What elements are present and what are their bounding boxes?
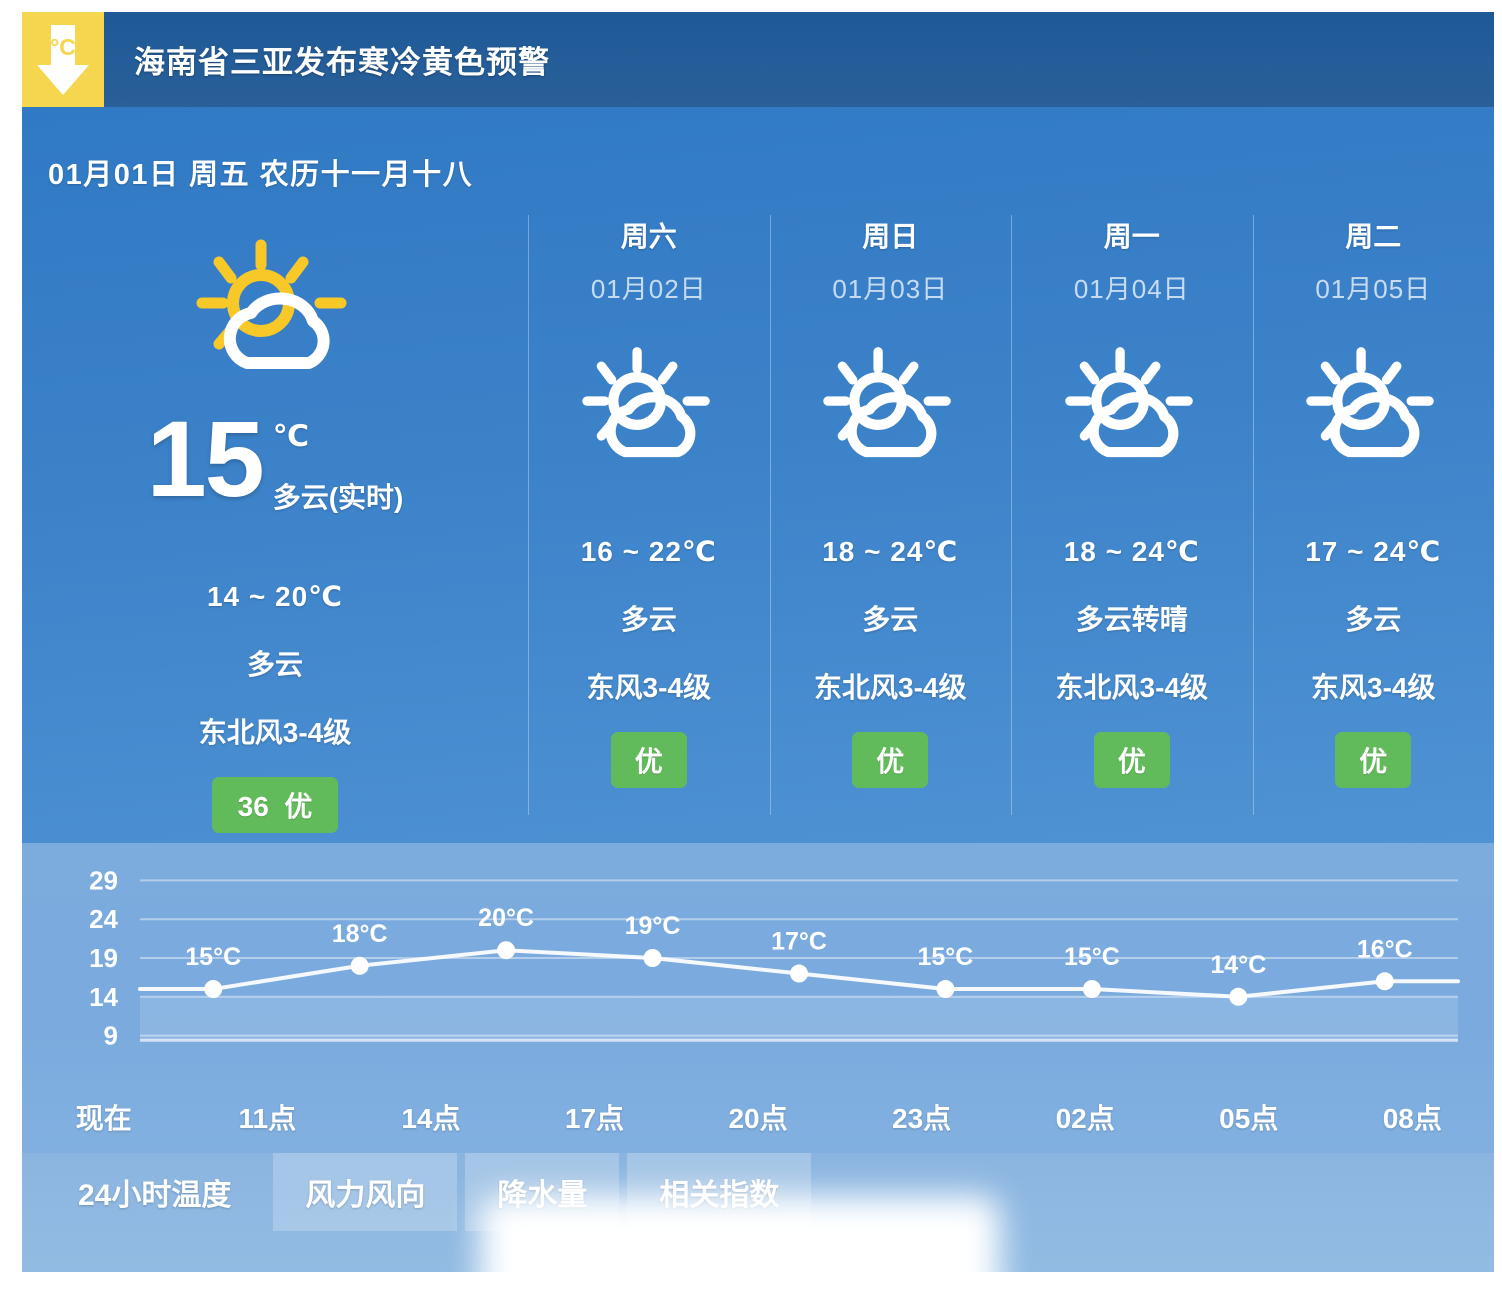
forecast-condition: 多云 bbox=[620, 604, 677, 635]
bottom-white-strip bbox=[0, 1272, 1502, 1280]
chart-point-label: 20°C bbox=[478, 904, 534, 932]
chart-data-point[interactable] bbox=[1082, 980, 1101, 999]
chart-tab-bar: 24小时温度 风力风向 降水量 相关指数 bbox=[22, 1153, 1494, 1280]
forecast-condition: 多云转晴 bbox=[1075, 604, 1188, 635]
cold-warning-icon: °C bbox=[22, 12, 104, 107]
aqi-value: 36 bbox=[237, 791, 269, 822]
forecast-column-1[interactable]: 周日 01月03日 18 ~ 24℃ 多云 东北风3-4级 优 bbox=[769, 207, 1012, 827]
hourly-temperature-chart-panel[interactable]: 29 24 19 14 9 15°C 18°C 20°C 19°C 17°C 15°C 15°C 14°… bbox=[22, 843, 1494, 1153]
tab-hourly-temperature[interactable]: 24小时温度 bbox=[44, 1153, 265, 1231]
chart-point-label: 15°C bbox=[918, 943, 974, 971]
forecast-aqi-badge[interactable]: 优 bbox=[852, 732, 929, 788]
forecast-wind: 东北风3-4级 bbox=[814, 672, 967, 703]
today-wind: 东北风3-4级 bbox=[198, 717, 352, 748]
chart-data-point[interactable] bbox=[204, 980, 223, 999]
chart-data-point[interactable] bbox=[790, 964, 808, 983]
forecast-date: 01月04日 bbox=[1073, 274, 1190, 304]
chart-point-label: 15°C bbox=[185, 943, 241, 971]
forecast-aqi-badge[interactable]: 优 bbox=[610, 732, 687, 788]
forecast-weekday: 周日 bbox=[862, 221, 919, 252]
chart-x-tick-label: 23点 bbox=[892, 1103, 952, 1134]
chart-point-label: 15°C bbox=[1064, 943, 1120, 971]
chart-data-point[interactable] bbox=[643, 949, 662, 967]
weather-alert-banner[interactable]: °C 海南省三亚发布寒冷黄色预警 bbox=[22, 12, 1494, 107]
alert-title: 海南省三亚发布寒冷黄色预警 bbox=[134, 45, 550, 80]
temperature-unit: ℃ bbox=[272, 420, 310, 453]
forecast-aqi-badge[interactable]: 优 bbox=[1093, 732, 1170, 788]
chart-x-tick-label: 08点 bbox=[1382, 1103, 1442, 1134]
forecast-aqi-badge[interactable]: 优 bbox=[1335, 732, 1412, 788]
forecast-column-2[interactable]: 周一 01月04日 18 ~ 24℃ 多云转晴 东北风3-4级 优 bbox=[1011, 207, 1253, 827]
sun-behind-cloud-icon bbox=[805, 342, 975, 477]
chart-y-tick-label: 14 bbox=[89, 982, 118, 1012]
forecast-column-0[interactable]: 周六 01月02日 16 ~ 22℃ 多云 东风3-4级 优 bbox=[528, 207, 770, 827]
aqi-level: 优 bbox=[284, 791, 313, 822]
forecast-date: 01月05日 bbox=[1315, 274, 1432, 304]
sun-behind-cloud-icon bbox=[1047, 342, 1217, 477]
chart-point-label: 14°C bbox=[1210, 951, 1266, 979]
chart-y-tick-label: 24 bbox=[89, 904, 118, 934]
forecast-wind: 东北风3-4级 bbox=[1055, 672, 1208, 703]
hourly-temperature-chart: 29 24 19 14 9 15°C 18°C 20°C 19°C 17°C 15°C 15°C 14°… bbox=[89, 865, 1460, 1051]
chart-x-tick-label: 14点 bbox=[401, 1103, 461, 1134]
forecast-temp-range: 18 ~ 24℃ bbox=[822, 536, 959, 567]
chart-data-point[interactable] bbox=[1229, 987, 1248, 1006]
forecast-date: 01月03日 bbox=[832, 274, 949, 304]
chart-data-point[interactable] bbox=[350, 956, 369, 975]
chart-point-label: 17°C bbox=[771, 928, 827, 956]
forecast-row: 15 ℃ 多云(实时) 14 ~ 20℃ 多云 东北风3-4级 36 优 周六 … bbox=[22, 207, 1495, 833]
forecast-condition: 多云 bbox=[1345, 604, 1402, 635]
forecast-weekday: 周六 bbox=[620, 221, 677, 252]
tab-precipitation[interactable]: 降水量 bbox=[465, 1153, 620, 1231]
forecast-wind: 东风3-4级 bbox=[586, 672, 711, 703]
sun-behind-cloud-icon bbox=[175, 235, 375, 390]
weather-app: °C 海南省三亚发布寒冷黄色预警 01月01日 周五 农历十一月十八 15 ℃ … bbox=[0, 0, 1502, 1306]
chart-point-label: 16°C bbox=[1357, 935, 1413, 963]
today-condition: 多云 bbox=[246, 649, 303, 680]
chart-x-axis: 现在 11点 14点 17点 20点 23点 02点 05点 08点 bbox=[22, 1081, 1494, 1151]
chart-x-tick-label: 05点 bbox=[1219, 1103, 1279, 1134]
chart-shaded-band bbox=[140, 996, 1458, 1041]
forecast-column-3[interactable]: 周二 01月05日 17 ~ 24℃ 多云 东风3-4级 优 bbox=[1252, 207, 1495, 827]
sun-behind-cloud-icon bbox=[564, 342, 734, 477]
chart-y-tick-label: 9 bbox=[104, 1021, 118, 1051]
current-temperature-block: 15 ℃ 多云(实时) bbox=[22, 398, 528, 519]
tab-wind[interactable]: 风力风向 bbox=[273, 1153, 458, 1231]
current-condition-realtime: 多云(实时) bbox=[272, 482, 404, 513]
chart-x-tick-label: 02点 bbox=[1055, 1103, 1115, 1134]
chart-data-point[interactable] bbox=[936, 980, 955, 999]
sun-behind-cloud-icon bbox=[1288, 342, 1458, 477]
forecast-panel: 01月01日 周五 农历十一月十八 15 ℃ 多云(实时) 14 ~ 20℃ 多… bbox=[22, 107, 1494, 843]
today-aqi-badge[interactable]: 36 优 bbox=[211, 777, 339, 833]
chart-y-tick-label: 19 bbox=[89, 943, 118, 973]
forecast-weekday: 周一 bbox=[1103, 221, 1160, 252]
forecast-temp-range: 17 ~ 24℃ bbox=[1305, 536, 1442, 567]
forecast-date: 01月02日 bbox=[590, 274, 707, 304]
forecast-temp-range: 18 ~ 24℃ bbox=[1063, 536, 1200, 567]
chart-x-tick-label: 11点 bbox=[238, 1103, 297, 1134]
today-column[interactable]: 15 ℃ 多云(实时) 14 ~ 20℃ 多云 东北风3-4级 36 优 bbox=[22, 207, 528, 833]
forecast-wind: 东风3-4级 bbox=[1311, 672, 1436, 703]
chart-y-tick-label: 29 bbox=[89, 865, 118, 895]
today-temp-range: 14 ~ 20℃ bbox=[206, 581, 344, 612]
chart-x-tick-label: 17点 bbox=[564, 1103, 625, 1134]
chart-x-tick-label: 20点 bbox=[728, 1103, 788, 1134]
chart-data-point[interactable] bbox=[497, 941, 516, 960]
forecast-weekday: 周二 bbox=[1345, 221, 1402, 252]
svg-text:°C: °C bbox=[50, 34, 76, 60]
chart-data-point[interactable] bbox=[1375, 972, 1394, 991]
tab-indices[interactable]: 相关指数 bbox=[627, 1153, 812, 1231]
forecast-condition: 多云 bbox=[862, 604, 919, 635]
current-temperature: 15 bbox=[146, 398, 265, 519]
current-date-line: 01月01日 周五 农历十一月十八 bbox=[48, 159, 474, 191]
forecast-temp-range: 16 ~ 22℃ bbox=[580, 536, 717, 567]
chart-point-label: 18°C bbox=[332, 920, 388, 948]
cold-warning-arrow-icon: °C bbox=[37, 24, 89, 95]
chart-point-label: 19°C bbox=[625, 912, 681, 940]
chart-x-tick-label: 现在 bbox=[75, 1103, 132, 1134]
